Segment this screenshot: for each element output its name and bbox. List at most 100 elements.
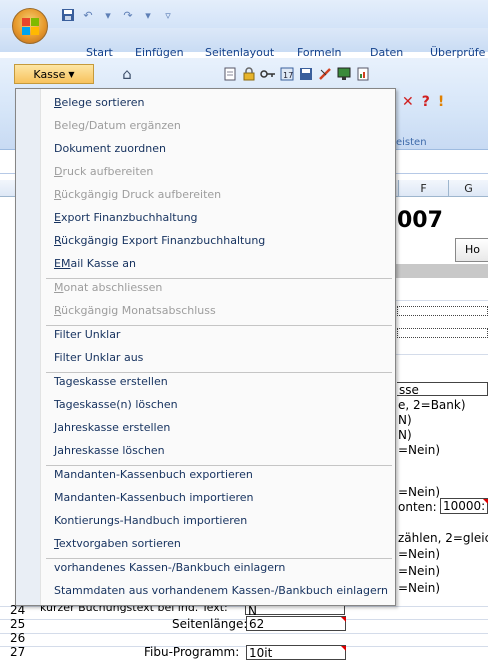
menu-item[interactable]: Jahreskasse löschen bbox=[54, 443, 165, 459]
kasse-label: Kasse bbox=[33, 67, 66, 81]
office-logo-icon bbox=[22, 18, 40, 36]
menu-item-label: ückgängig Export Finanzbuchhaltung bbox=[61, 234, 266, 247]
seitenlaenge-input[interactable]: 62 bbox=[246, 616, 346, 631]
sheet-text-nein5: =Nein) bbox=[398, 581, 441, 595]
menu-item-label: onat abschliessen bbox=[63, 281, 163, 294]
menu-separator bbox=[46, 278, 392, 279]
ruler-icon[interactable] bbox=[317, 66, 333, 82]
kasse-menu-button[interactable]: Kasse ▼ bbox=[14, 64, 94, 84]
column-header-g[interactable]: G bbox=[448, 180, 488, 197]
menu-item[interactable]: Stammdaten aus vorhandenem Kassen-/Bankb… bbox=[54, 583, 388, 599]
sheet-text-n1: N) bbox=[398, 413, 412, 427]
fibu-input[interactable]: 10it bbox=[246, 645, 346, 660]
warning-icon[interactable]: ! bbox=[438, 94, 444, 110]
row-number[interactable]: 25 bbox=[0, 617, 32, 631]
lock-icon[interactable] bbox=[241, 66, 257, 82]
menu-item[interactable]: Rückgängig Monatsabschluss bbox=[54, 303, 216, 319]
key-icon[interactable] bbox=[260, 66, 276, 82]
sheet-text-onten: onten: bbox=[398, 500, 437, 514]
column-header-f[interactable]: F bbox=[398, 180, 448, 197]
ribbon-group-label: eisten bbox=[396, 137, 427, 148]
menu-item-accelerator: EM bbox=[54, 257, 71, 270]
menu-item-label: Jahreskasse löschen bbox=[54, 444, 165, 457]
chevron-down-icon: ▼ bbox=[68, 69, 75, 79]
menu-item[interactable]: Mandanten-Kassenbuch importieren bbox=[54, 490, 254, 506]
redo-icon[interactable]: ↷ bbox=[120, 7, 136, 23]
menu-item-label: Stammdaten aus vorhandenem Kassen-/Bankb… bbox=[54, 584, 389, 597]
redo-dropdown-icon[interactable]: ▾ bbox=[140, 7, 156, 23]
menu-item-label: Tageskasse erstellen bbox=[54, 375, 168, 388]
row-number[interactable]: 26 bbox=[0, 631, 32, 645]
row-label-seitenlaenge: Seitenlänge: bbox=[172, 617, 248, 631]
title-bar: ↶ ▾ ↷ ▾ ▿ bbox=[0, 0, 488, 28]
menu-item[interactable]: Belege sortieren bbox=[54, 95, 145, 111]
sheet-text-zaehlen: zählen, 2=gleic bbox=[398, 531, 488, 545]
delete-icon[interactable]: ✕ bbox=[402, 94, 414, 110]
menu-item[interactable]: Mandanten-Kassenbuch exportieren bbox=[54, 467, 253, 483]
menu-item[interactable]: Druck aufbereiten bbox=[54, 164, 153, 180]
menu-item-label: Tageskasse(n) löschen bbox=[54, 398, 178, 411]
menu-item-label: ruck aufbereiten bbox=[62, 165, 154, 178]
menu-item[interactable]: Dokument zuordnen bbox=[54, 141, 166, 157]
menu-item-label: Jahreskasse erstellen bbox=[54, 421, 171, 434]
menu-item[interactable]: Textvorgaben sortieren bbox=[54, 536, 181, 552]
sheet-text-nein3: =Nein) bbox=[398, 547, 441, 561]
menu-item[interactable]: Kontierungs-Handbuch importieren bbox=[54, 513, 247, 529]
menu-item[interactable]: EMail Kasse an bbox=[54, 256, 136, 272]
menu-item-label: elege sortieren bbox=[61, 96, 145, 109]
konten-input[interactable]: 10000: bbox=[440, 498, 488, 514]
menu-item-label: Mandanten-Kassenbuch importieren bbox=[54, 491, 254, 504]
monitor-icon[interactable] bbox=[336, 66, 352, 82]
sheet-text-sse: sse bbox=[399, 383, 419, 397]
menu-separator bbox=[46, 558, 392, 559]
quick-access-toolbar: ↶ ▾ ↷ ▾ ▿ bbox=[60, 6, 176, 24]
menu-item[interactable]: Tageskasse erstellen bbox=[54, 374, 168, 390]
menu-item-label: Filter Unklar bbox=[54, 328, 121, 341]
menu-item-label: Mandanten-Kassenbuch exportieren bbox=[54, 468, 253, 481]
customize-qat-icon[interactable]: ▿ bbox=[160, 7, 176, 23]
sheet-text-nein2: =Nein) bbox=[398, 485, 441, 499]
menu-separator bbox=[46, 325, 392, 326]
menu-item[interactable]: Tageskasse(n) löschen bbox=[54, 397, 178, 413]
document-icon[interactable] bbox=[222, 66, 238, 82]
svg-text:17: 17 bbox=[283, 71, 293, 80]
ho-button[interactable]: Ho bbox=[455, 238, 488, 262]
sheet-input-2[interactable] bbox=[397, 328, 488, 338]
menu-item[interactable]: vorhandenes Kassen-/Bankbuch einlagern bbox=[54, 560, 285, 576]
home-icon[interactable]: ⌂ bbox=[118, 65, 136, 83]
year-heading: 007 bbox=[397, 208, 443, 233]
menu-item-accelerator: B bbox=[54, 96, 62, 109]
menu-item[interactable]: Rückgängig Export Finanzbuchhaltung bbox=[54, 233, 265, 249]
sheet-input-3[interactable]: sse bbox=[397, 382, 488, 397]
calendar-icon[interactable]: 17 bbox=[279, 66, 295, 82]
office-button[interactable] bbox=[12, 8, 48, 44]
menu-item[interactable]: Filter Unklar bbox=[54, 327, 120, 343]
sheet-input-1[interactable] bbox=[397, 306, 488, 316]
menu-item[interactable]: Beleg/Datum ergänzen bbox=[54, 118, 181, 134]
menu-item[interactable]: Rückgängig Druck aufbereiten bbox=[54, 187, 221, 203]
menu-item[interactable]: Jahreskasse erstellen bbox=[54, 420, 170, 436]
kasse-dropdown-menu: Belege sortieren Beleg/Datum ergänzen Doku… bbox=[15, 88, 396, 606]
menu-item-accelerator: E bbox=[54, 211, 61, 224]
help-icon[interactable]: ? bbox=[422, 94, 430, 110]
menu-item-label: vorhandenes Kassen-/Bankbuch einlagern bbox=[54, 561, 286, 574]
menu-item-label: Dokument zuordnen bbox=[54, 142, 166, 155]
save-disk-icon[interactable] bbox=[298, 66, 314, 82]
undo-dropdown-icon[interactable]: ▾ bbox=[100, 7, 116, 23]
sheet-text-n2: N) bbox=[398, 428, 412, 442]
ribbon-tabs: Start Einfügen Seitenlayout Formeln Date… bbox=[0, 28, 488, 59]
sheet-text-bank: e, 2=Bank) bbox=[398, 398, 466, 412]
menu-item-label: xport Finanzbuchhaltung bbox=[60, 211, 198, 224]
menu-item[interactable]: Export Finanzbuchhaltung bbox=[54, 210, 198, 226]
menu-item[interactable]: Monat abschliessen bbox=[54, 280, 162, 296]
menu-item-accelerator: M bbox=[54, 281, 64, 294]
menu-separator bbox=[46, 372, 392, 373]
menu-item-label: ückgängig Monatsabschluss bbox=[61, 304, 216, 317]
save-icon[interactable] bbox=[60, 7, 76, 23]
report-icon[interactable] bbox=[355, 66, 371, 82]
row-number[interactable]: 27 bbox=[0, 645, 32, 659]
undo-icon[interactable]: ↶ bbox=[80, 7, 96, 23]
menu-separator bbox=[46, 465, 392, 466]
menu-item-label: Beleg/Datum ergänzen bbox=[54, 119, 181, 132]
menu-item[interactable]: Filter Unklar aus bbox=[54, 350, 143, 366]
